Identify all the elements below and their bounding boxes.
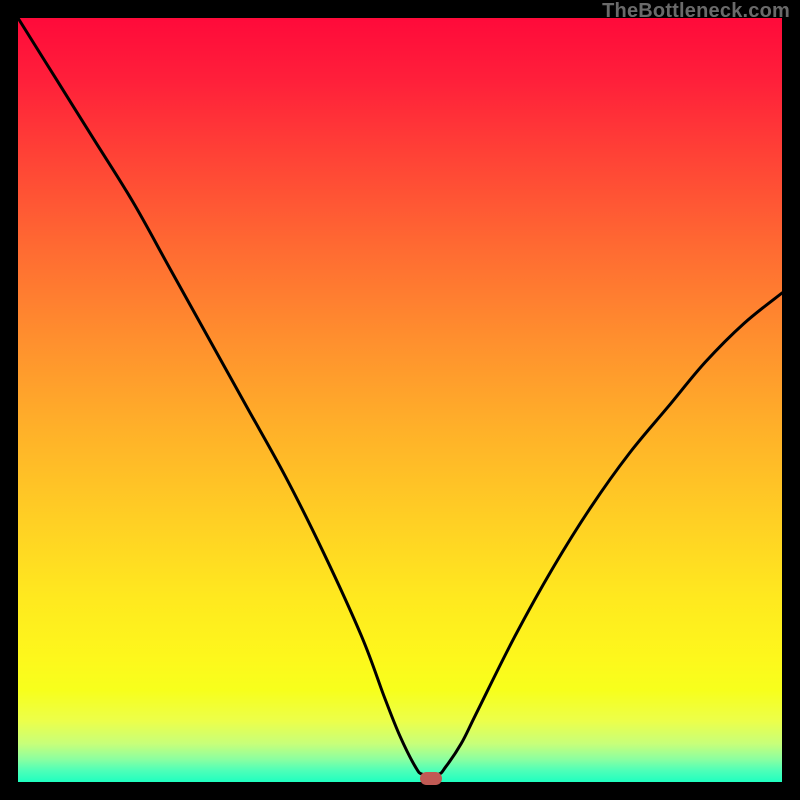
chart-frame: TheBottleneck.com	[0, 0, 800, 800]
chart-plot-area	[18, 18, 782, 782]
watermark-text: TheBottleneck.com	[602, 0, 790, 23]
bottleneck-curve	[18, 18, 782, 782]
optimum-marker	[420, 772, 442, 785]
curve-path	[18, 18, 782, 775]
